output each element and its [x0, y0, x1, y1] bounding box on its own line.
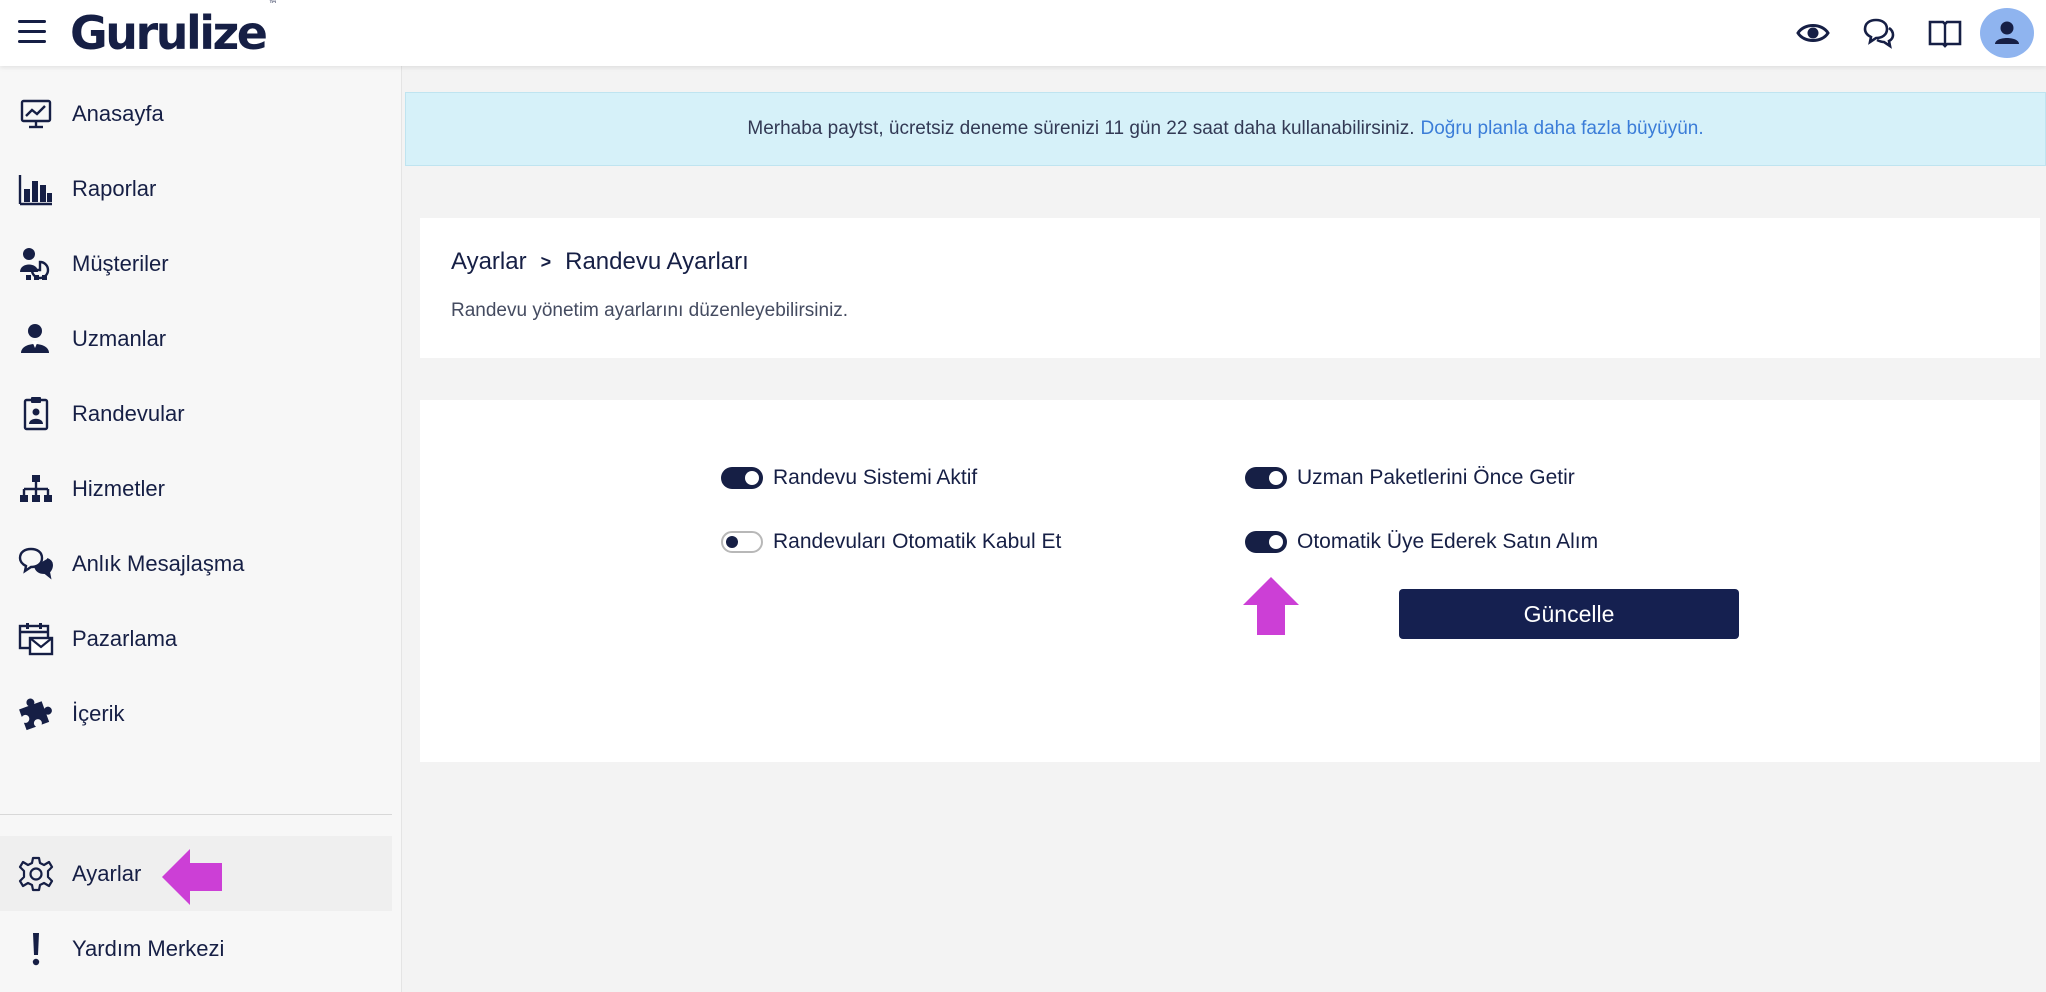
- user-icon: [1995, 21, 2019, 44]
- sidebar-item-hizmetler[interactable]: Hizmetler: [0, 451, 392, 526]
- clipboard-icon: [18, 396, 54, 432]
- eye-icon[interactable]: [1796, 16, 1830, 50]
- sidebar-item-pazarlama[interactable]: Pazarlama: [0, 601, 392, 676]
- toggle-label: Randevuları Otomatik Kabul Et: [773, 530, 1062, 553]
- toggle-switch[interactable]: [721, 531, 763, 553]
- sidebar-item-label: Hizmetler: [72, 475, 165, 501]
- sidebar-item-raporlar[interactable]: Raporlar: [0, 151, 392, 226]
- menu-icon[interactable]: [18, 20, 46, 46]
- customers-icon: [18, 246, 54, 282]
- toggle-switch[interactable]: [1245, 467, 1287, 489]
- sidebar-item-label: Yardım Merkezi: [72, 935, 225, 961]
- toggle-label: Uzman Paketlerini Önce Getir: [1297, 466, 1575, 489]
- sidebar-item-anasayfa[interactable]: Anasayfa: [0, 76, 392, 151]
- toggle-switch[interactable]: [1245, 531, 1287, 553]
- sidebar-item-uzmanlar[interactable]: Uzmanlar: [0, 301, 392, 376]
- sidebar-item-yardim-merkezi[interactable]: Yardım Merkezi: [0, 911, 392, 986]
- sidebar-item-randevular[interactable]: Randevular: [0, 376, 392, 451]
- top-header: Gurulize™: [0, 0, 2046, 66]
- toggle-label: Randevu Sistemi Aktif: [773, 466, 978, 489]
- sidebar-item-label: Randevular: [72, 400, 185, 426]
- book-icon[interactable]: [1928, 16, 1962, 50]
- sidebar-item-label: Uzmanlar: [72, 325, 167, 351]
- sidebar-item-label: Anlık Mesajlaşma: [72, 550, 245, 576]
- chat-icon[interactable]: [1862, 16, 1896, 50]
- breadcrumb: Ayarlar > Randevu Ayarları: [451, 248, 749, 276]
- puzzle-icon: [18, 696, 54, 732]
- sidebar-item-label: Ayarlar: [72, 860, 142, 886]
- bar-chart-icon: [18, 171, 54, 207]
- avatar[interactable]: [1980, 8, 2034, 58]
- page-title: Randevu Ayarları: [565, 248, 749, 275]
- breadcrumb-root[interactable]: Ayarlar: [451, 248, 527, 276]
- monitor-chart-icon: [18, 96, 54, 132]
- breadcrumb-separator: >: [540, 251, 552, 272]
- toggle-randevulari-otomatik-kabul-et[interactable]: Randevuları Otomatik Kabul Et: [721, 530, 1061, 554]
- toggle-otomatik-uye-ederek-satin-alim[interactable]: Otomatik Üye Ederek Satın Alım: [1245, 530, 1598, 554]
- chat-bubbles-icon: [18, 546, 54, 582]
- annotation-arrow-left: [162, 849, 222, 905]
- upgrade-link[interactable]: Doğru planla daha fazla büyüyün.: [1421, 118, 1704, 140]
- page-header-card: Ayarlar > Randevu Ayarları Randevu yönet…: [420, 218, 2040, 358]
- page-description: Randevu yönetim ayarlarını düzenleyebili…: [451, 300, 849, 321]
- annotation-arrow-up: [1243, 577, 1299, 635]
- logo[interactable]: Gurulize™: [70, 0, 277, 60]
- calendar-mail-icon: [18, 621, 54, 657]
- expert-icon: [18, 321, 54, 357]
- toggle-uzman-paketlerini-once-getir[interactable]: Uzman Paketlerini Önce Getir: [1245, 466, 1575, 490]
- sidebar-item-label: Anasayfa: [72, 100, 164, 126]
- sidebar-item-label: Raporlar: [72, 175, 157, 201]
- toggle-switch[interactable]: [721, 467, 763, 489]
- gear-icon: [18, 856, 54, 892]
- sidebar-item-musteriler[interactable]: Müşteriler: [0, 226, 392, 301]
- sidebar-item-icerik[interactable]: İçerik: [0, 676, 392, 751]
- settings-card: [420, 400, 2040, 762]
- sidebar-item-label: İçerik: [72, 700, 125, 726]
- sidebar-item-label: Müşteriler: [72, 250, 169, 276]
- toggle-label: Otomatik Üye Ederek Satın Alım: [1297, 530, 1599, 553]
- sidebar-item-anlik-mesajlasma[interactable]: Anlık Mesajlaşma: [0, 526, 392, 601]
- update-button[interactable]: Güncelle: [1399, 589, 1739, 639]
- sidebar-item-label: Pazarlama: [72, 625, 178, 651]
- exclamation-icon: [18, 931, 54, 967]
- trial-alert-text: Merhaba paytst, ücretsiz deneme sürenizi…: [747, 118, 1415, 139]
- toggle-randevu-sistemi-aktif[interactable]: Randevu Sistemi Aktif: [721, 466, 977, 490]
- trial-alert: Merhaba paytst, ücretsiz deneme sürenizi…: [405, 92, 2046, 166]
- hierarchy-icon: [18, 471, 54, 507]
- sidebar-divider: [0, 814, 392, 815]
